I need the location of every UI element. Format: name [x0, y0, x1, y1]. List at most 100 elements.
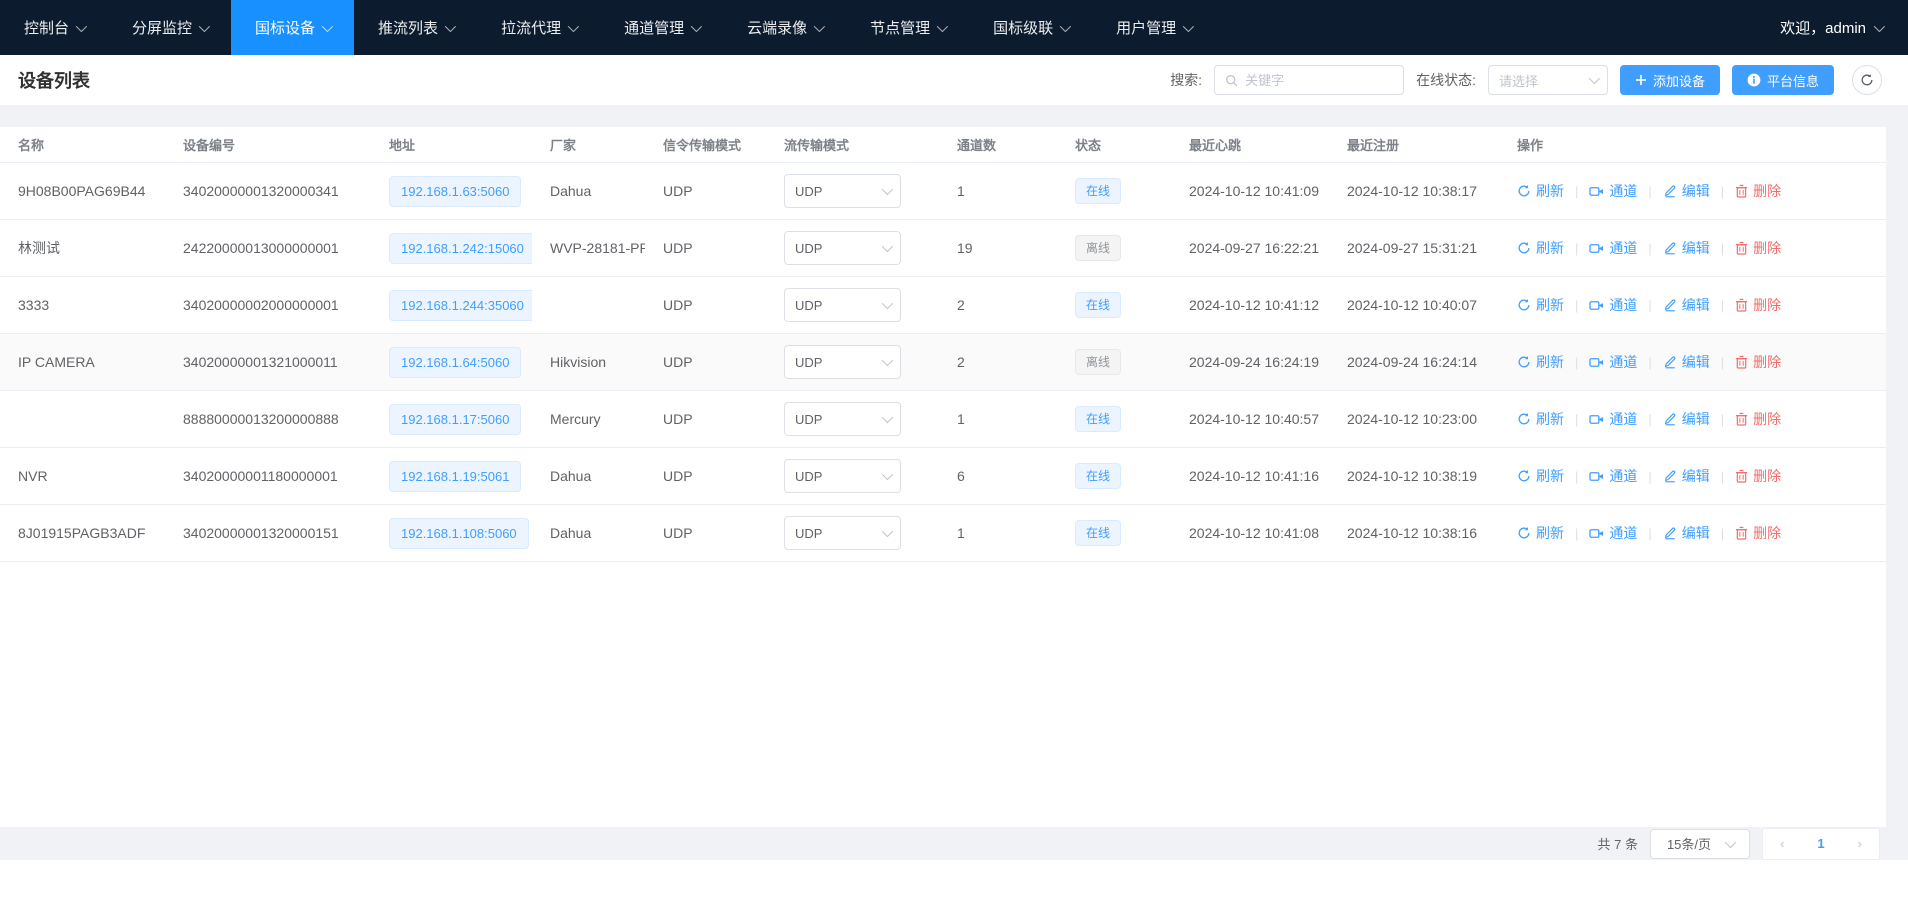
cell-vendor: Dahua	[532, 468, 645, 484]
stream-mode-select[interactable]: UDP	[784, 459, 901, 493]
next-page-button[interactable]: ›	[1840, 836, 1879, 851]
status-badge: 离线	[1075, 235, 1121, 261]
refresh-action[interactable]: 刷新	[1517, 181, 1564, 201]
delete-action[interactable]: 删除	[1735, 295, 1781, 315]
refresh-icon	[1517, 526, 1531, 540]
cell-vendor: WVP-28181-PRO	[532, 240, 645, 256]
cell-stream-mode: UDP	[766, 174, 939, 208]
edit-action[interactable]: 编辑	[1663, 238, 1710, 258]
nav-item-推流列表[interactable]: 推流列表	[354, 0, 477, 55]
delete-action-label: 删除	[1753, 409, 1781, 429]
cell-address: 192.168.1.108:5060	[371, 518, 532, 549]
channels-action[interactable]: 通道	[1589, 181, 1637, 201]
nav-item-通道管理[interactable]: 通道管理	[600, 0, 723, 55]
channels-action[interactable]: 通道	[1589, 238, 1637, 258]
search-input-wrap	[1214, 65, 1404, 95]
delete-action[interactable]: 删除	[1735, 352, 1781, 372]
edit-action[interactable]: 编辑	[1663, 523, 1710, 543]
user-menu[interactable]: 欢迎，admin	[1780, 0, 1908, 55]
delete-action[interactable]: 删除	[1735, 523, 1781, 543]
address-tag[interactable]: 192.168.1.244:35060	[389, 290, 532, 321]
trash-icon	[1735, 184, 1748, 198]
nav-item-国标设备[interactable]: 国标设备	[231, 0, 354, 55]
nav-item-用户管理[interactable]: 用户管理	[1092, 0, 1215, 55]
address-tag[interactable]: 192.168.1.19:5061	[389, 461, 521, 492]
refresh-icon	[1517, 355, 1531, 369]
cell-channels: 19	[939, 240, 1057, 256]
refresh-action[interactable]: 刷新	[1517, 409, 1564, 429]
edit-action[interactable]: 编辑	[1663, 295, 1710, 315]
nav-item-云端录像[interactable]: 云端录像	[723, 0, 846, 55]
delete-action[interactable]: 删除	[1735, 181, 1781, 201]
edit-action[interactable]: 编辑	[1663, 409, 1710, 429]
refresh-list-button[interactable]	[1852, 65, 1882, 95]
delete-action-label: 删除	[1753, 181, 1781, 201]
chevron-down-icon	[76, 20, 87, 31]
edit-action[interactable]: 编辑	[1663, 466, 1710, 486]
nav-item-拉流代理[interactable]: 拉流代理	[477, 0, 600, 55]
edit-action[interactable]: 编辑	[1663, 352, 1710, 372]
channels-action[interactable]: 通道	[1589, 523, 1637, 543]
refresh-action-label: 刷新	[1536, 181, 1564, 201]
status-badge: 在线	[1075, 406, 1121, 432]
address-tag[interactable]: 192.168.1.108:5060	[389, 518, 529, 549]
add-device-button[interactable]: 添加设备	[1620, 65, 1720, 95]
cell-address: 192.168.1.63:5060	[371, 176, 532, 207]
column-header: 信令传输模式	[645, 135, 766, 154]
delete-action[interactable]: 删除	[1735, 466, 1781, 486]
table-row: 3333 34020000002000000001 192.168.1.244:…	[0, 277, 1886, 334]
cell-device-id: 88880000013200000888	[165, 411, 371, 427]
cell-address: 192.168.1.17:5060	[371, 404, 532, 435]
stream-mode-select[interactable]: UDP	[784, 174, 901, 208]
channels-action[interactable]: 通道	[1589, 409, 1637, 429]
stream-mode-select[interactable]: UDP	[784, 516, 901, 550]
address-tag[interactable]: 192.168.1.63:5060	[389, 176, 521, 207]
delete-action[interactable]: 删除	[1735, 409, 1781, 429]
refresh-action[interactable]: 刷新	[1517, 523, 1564, 543]
nav-item-节点管理[interactable]: 节点管理	[846, 0, 969, 55]
refresh-action[interactable]: 刷新	[1517, 352, 1564, 372]
page-size-value: 15条/页	[1667, 834, 1711, 853]
current-page[interactable]: 1	[1802, 836, 1841, 851]
chevron-down-icon	[1874, 20, 1885, 31]
video-camera-icon	[1589, 527, 1604, 540]
stream-mode-select[interactable]: UDP	[784, 402, 901, 436]
stream-mode-select[interactable]: UDP	[784, 345, 901, 379]
cell-device-id: 34020000001320000341	[165, 183, 371, 199]
delete-action[interactable]: 删除	[1735, 238, 1781, 258]
address-tag[interactable]: 192.168.1.242:15060	[389, 233, 532, 264]
address-tag[interactable]: 192.168.1.64:5060	[389, 347, 521, 378]
cell-name: 9H08B00PAG69B44	[0, 183, 165, 199]
search-input[interactable]	[1245, 73, 1393, 88]
nav-item-国标级联[interactable]: 国标级联	[969, 0, 1092, 55]
channels-action[interactable]: 通道	[1589, 352, 1637, 372]
trash-icon	[1735, 469, 1748, 483]
nav-item-控制台[interactable]: 控制台	[0, 0, 108, 55]
action-divider: |	[1721, 412, 1724, 427]
edit-action[interactable]: 编辑	[1663, 181, 1710, 201]
platform-info-button[interactable]: 平台信息	[1732, 65, 1834, 95]
online-status-select[interactable]: 请选择	[1488, 65, 1608, 95]
stream-mode-value: UDP	[795, 298, 822, 313]
channels-action[interactable]: 通道	[1589, 466, 1637, 486]
footer-strip	[0, 860, 1908, 901]
cell-status: 在线	[1057, 406, 1171, 432]
cell-channels: 2	[939, 354, 1057, 370]
video-camera-icon	[1589, 242, 1604, 255]
nav-item-label: 用户管理	[1116, 17, 1176, 38]
address-tag[interactable]: 192.168.1.17:5060	[389, 404, 521, 435]
channels-action[interactable]: 通道	[1589, 295, 1637, 315]
action-divider: |	[1648, 412, 1651, 427]
stream-mode-select[interactable]: UDP	[784, 231, 901, 265]
chevron-down-icon	[882, 355, 893, 366]
refresh-action[interactable]: 刷新	[1517, 466, 1564, 486]
video-camera-icon	[1589, 413, 1604, 426]
page-size-select[interactable]: 15条/页	[1650, 829, 1750, 859]
cell-name: NVR	[0, 468, 165, 484]
refresh-action[interactable]: 刷新	[1517, 295, 1564, 315]
nav-item-分屏监控[interactable]: 分屏监控	[108, 0, 231, 55]
prev-page-button[interactable]: ‹	[1763, 836, 1802, 851]
refresh-action[interactable]: 刷新	[1517, 238, 1564, 258]
stream-mode-select[interactable]: UDP	[784, 288, 901, 322]
action-divider: |	[1648, 298, 1651, 313]
